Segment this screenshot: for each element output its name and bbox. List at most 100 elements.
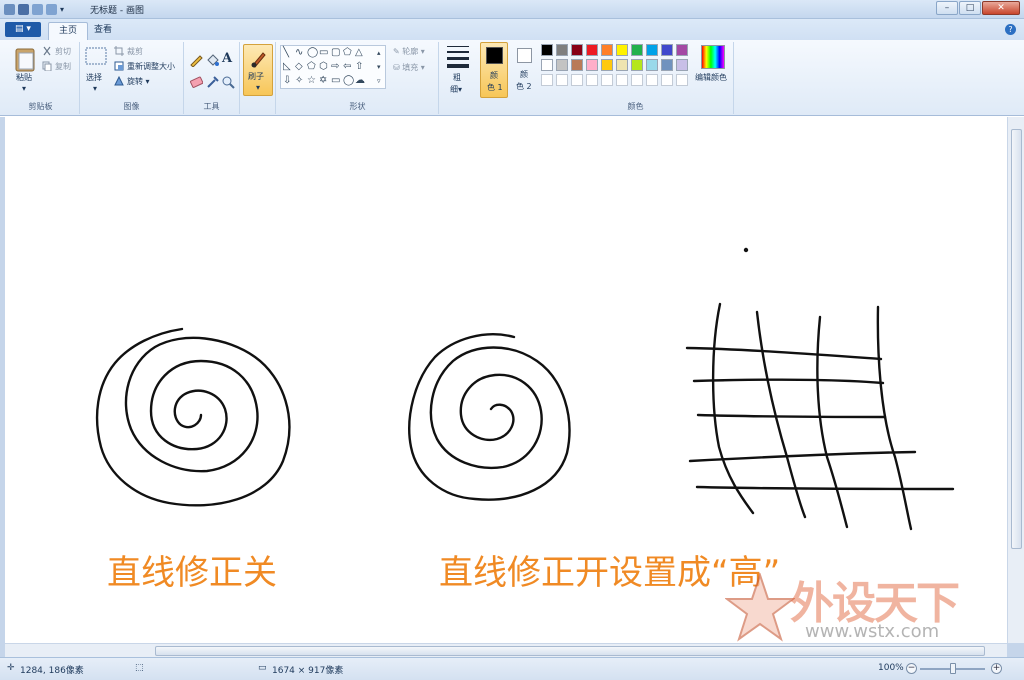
redo-icon[interactable] <box>46 3 57 15</box>
window-controls: – □ ✕ <box>935 1 1020 15</box>
color2-button[interactable]: 颜 色 2 <box>512 42 538 98</box>
vertical-scrollbar[interactable] <box>1007 117 1024 643</box>
custom-color-swatch[interactable] <box>601 74 613 86</box>
outline-button[interactable]: ✎ 轮廓 ▾ <box>393 46 425 57</box>
eraser-icon[interactable] <box>189 75 203 89</box>
shape-callout-oval-icon[interactable]: ◯ <box>343 76 354 86</box>
shape-right-triangle-icon[interactable]: ◺ <box>283 62 291 72</box>
paste-icon[interactable] <box>14 46 36 72</box>
palette-swatch[interactable] <box>646 44 658 56</box>
palette-swatch[interactable] <box>616 59 628 71</box>
palette-swatch[interactable] <box>586 59 598 71</box>
shape-up-arrow-icon[interactable]: ⇧ <box>355 62 363 72</box>
shape-rounded-rect-icon[interactable]: ▢ <box>331 48 340 58</box>
color1-button[interactable]: 颜 色 1 <box>480 42 508 98</box>
rotate-button[interactable]: 旋转 ▾ <box>127 76 150 87</box>
custom-color-swatch[interactable] <box>646 74 658 86</box>
zoom-out-button[interactable]: − <box>906 663 917 674</box>
resize-button[interactable]: 重新调整大小 <box>127 61 175 72</box>
palette-swatch[interactable] <box>676 59 688 71</box>
color-picker-icon[interactable] <box>205 75 219 89</box>
crop-button[interactable]: 裁剪 <box>127 46 143 57</box>
shapes-scroll-up-icon[interactable]: ▴ <box>377 48 381 58</box>
help-icon[interactable]: ? <box>1005 24 1016 35</box>
shape-oval-icon[interactable]: ◯ <box>307 48 318 58</box>
custom-color-swatch[interactable] <box>616 74 628 86</box>
custom-color-swatch[interactable] <box>586 74 598 86</box>
tab-view[interactable]: 查看 <box>84 22 122 40</box>
shape-line-icon[interactable]: ╲ <box>283 48 289 58</box>
custom-color-swatch[interactable] <box>556 74 568 86</box>
paste-button[interactable]: 粘贴 <box>16 72 32 83</box>
shape-five-star-icon[interactable]: ☆ <box>307 76 316 86</box>
fill-bucket-icon[interactable] <box>205 53 219 67</box>
app-icon[interactable] <box>4 3 15 15</box>
shape-curve-icon[interactable]: ∿ <box>295 48 303 58</box>
save-icon[interactable] <box>18 3 29 15</box>
undo-icon[interactable] <box>32 3 43 15</box>
edit-colors-button[interactable]: 编辑颜色 <box>695 72 727 83</box>
palette-swatch[interactable] <box>556 59 568 71</box>
palette-swatch[interactable] <box>616 44 628 56</box>
magnifier-icon[interactable] <box>221 75 235 89</box>
palette-swatch[interactable] <box>541 59 553 71</box>
custom-color-swatch[interactable] <box>661 74 673 86</box>
palette-swatch[interactable] <box>631 59 643 71</box>
shape-pentagon-icon[interactable]: ⬠ <box>307 62 316 72</box>
text-tool-icon[interactable]: A <box>222 51 232 66</box>
palette-swatch[interactable] <box>556 44 568 56</box>
shape-six-star-icon[interactable]: ✡ <box>319 76 327 86</box>
custom-color-swatch[interactable] <box>571 74 583 86</box>
shape-triangle-icon[interactable]: △ <box>355 48 363 58</box>
cut-button[interactable]: 剪切 <box>55 46 71 57</box>
palette-swatch[interactable] <box>601 59 613 71</box>
palette-swatch[interactable] <box>646 59 658 71</box>
zoom-in-button[interactable]: + <box>991 663 1002 674</box>
palette-swatch[interactable] <box>661 59 673 71</box>
palette-swatch[interactable] <box>661 44 673 56</box>
palette-swatch[interactable] <box>586 44 598 56</box>
shape-callout-cloud-icon[interactable]: ☁ <box>355 76 365 86</box>
shape-down-arrow-icon[interactable]: ⇩ <box>283 76 291 86</box>
palette-swatch[interactable] <box>541 44 553 56</box>
fill-button[interactable]: ⛁ 填充 ▾ <box>393 62 425 73</box>
customize-qa-icon[interactable]: ▾ <box>60 4 71 15</box>
brushes-button[interactable]: 刷子 ▾ <box>243 44 273 96</box>
palette-swatch[interactable] <box>676 44 688 56</box>
custom-color-swatch[interactable] <box>676 74 688 86</box>
pencil-icon[interactable] <box>189 53 203 67</box>
shape-callout-rect-icon[interactable]: ▭ <box>331 76 340 86</box>
shape-four-star-icon[interactable]: ✧ <box>295 76 303 86</box>
palette-swatch[interactable] <box>571 59 583 71</box>
select-button[interactable]: 选择 <box>86 72 102 83</box>
size-button[interactable]: 粗 细▾ <box>442 42 476 98</box>
shape-hexagon-icon[interactable]: ⬡ <box>319 62 328 72</box>
paint-menu-button[interactable]: ▤ ▾ <box>5 22 41 37</box>
shape-rectangle-icon[interactable]: ▭ <box>319 48 328 58</box>
select-dropdown-icon[interactable]: ▾ <box>93 84 97 93</box>
palette-swatch[interactable] <box>631 44 643 56</box>
shapes-scroll-down-icon[interactable]: ▾ <box>377 62 381 72</box>
zoom-slider-thumb[interactable] <box>950 663 956 674</box>
palette-swatch[interactable] <box>601 44 613 56</box>
tab-home[interactable]: 主页 <box>48 22 89 40</box>
drawing-canvas[interactable]: 直线修正关 直线修正开设置成“高” 外设天下 www.wstx.com <box>5 117 1007 643</box>
shape-left-arrow-icon[interactable]: ⇦ <box>343 62 351 72</box>
custom-color-swatch[interactable] <box>541 74 553 86</box>
select-icon[interactable] <box>85 47 107 67</box>
maximize-button[interactable]: □ <box>959 1 981 15</box>
horizontal-scroll-thumb[interactable] <box>155 646 985 656</box>
close-button[interactable]: ✕ <box>982 1 1020 15</box>
horizontal-scrollbar[interactable] <box>5 643 1007 657</box>
paste-dropdown-icon[interactable]: ▾ <box>22 84 26 93</box>
vertical-scroll-thumb[interactable] <box>1011 129 1022 549</box>
shape-diamond-icon[interactable]: ◇ <box>295 62 303 72</box>
edit-colors-icon[interactable] <box>701 45 725 69</box>
custom-color-swatch[interactable] <box>631 74 643 86</box>
minimize-button[interactable]: – <box>936 1 958 15</box>
palette-swatch[interactable] <box>571 44 583 56</box>
shape-polygon-icon[interactable]: ⬠ <box>343 48 352 58</box>
shapes-expand-icon[interactable]: ▿ <box>377 76 381 86</box>
copy-button[interactable]: 复制 <box>55 61 71 72</box>
shape-right-arrow-icon[interactable]: ⇨ <box>331 62 339 72</box>
